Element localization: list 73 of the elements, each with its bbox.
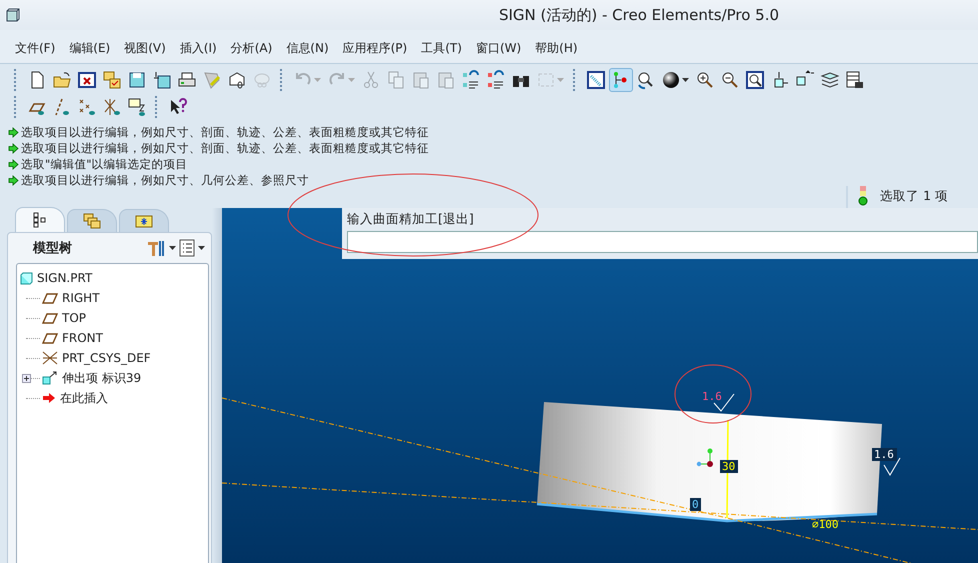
menu-item[interactable]: 信息(N) [286, 40, 329, 56]
table-camera-icon [844, 70, 864, 90]
folder-icon [52, 70, 72, 90]
layers-icon [820, 70, 840, 90]
axes-icon [42, 351, 58, 365]
menu-item[interactable]: 窗口(W) [476, 40, 522, 56]
parallelogram-icon [42, 332, 58, 344]
toolbar-button[interactable] [608, 68, 632, 92]
input-field[interactable] [347, 231, 978, 253]
arrow-icon [42, 392, 56, 404]
selection-status: 选取了 1 项 [880, 188, 948, 204]
window-x-icon [76, 70, 96, 90]
parallelogram-icon [42, 292, 58, 304]
menu-item[interactable]: 应用程序(P) [342, 40, 408, 56]
note-eye-icon [126, 96, 146, 116]
tree-item[interactable]: FRONT [42, 328, 103, 348]
paste-icon [436, 70, 456, 90]
zoom-in-icon [694, 70, 714, 90]
caret-icon[interactable] [682, 78, 689, 82]
check-mark-drawing [884, 458, 900, 476]
csys-eye-icon [102, 96, 122, 116]
tree-item[interactable]: RIGHT [42, 288, 100, 308]
menu-item[interactable]: 插入(I) [180, 40, 217, 56]
traffic-light-icon [858, 186, 868, 206]
tree-item[interactable]: SIGN.PRT [20, 268, 208, 288]
points-eye-icon [76, 96, 96, 116]
tree-item[interactable]: TOP [42, 308, 86, 328]
parallelogram-icon [42, 312, 58, 324]
cube-icon [20, 272, 33, 284]
menu-item[interactable]: 分析(A) [230, 40, 272, 56]
menu-item[interactable]: 文件(F) [15, 40, 56, 56]
list-arrows-icon [486, 70, 506, 90]
caret-icon[interactable] [198, 246, 205, 250]
menu-item[interactable]: 视图(V) [124, 40, 166, 56]
menu-item[interactable]: 帮助(H) [535, 40, 578, 56]
extrude-icon [42, 371, 58, 385]
message-text: 选取项目以进行编辑，例如尺寸、剖面、轨迹、公差、表面粗糙度或其它特征 [21, 124, 429, 140]
window-title: SIGN (活动的) - Creo Elements/Pro 5.0 [498, 6, 780, 24]
panel-tab[interactable] [15, 207, 65, 232]
arrow-icon [8, 158, 19, 170]
panel-title: 模型树 [33, 240, 72, 257]
caret-icon[interactable] [169, 246, 176, 250]
tree-item[interactable]: 在此插入 [42, 388, 108, 408]
tree-item[interactable]: 伸出项 标识39 [42, 368, 142, 388]
zoom-out-icon [720, 70, 740, 90]
arrow-icon [8, 126, 19, 138]
tree-nodes-icon [33, 212, 47, 228]
arrow-icon [8, 142, 19, 154]
dimension-label[interactable]: 0 [692, 498, 699, 511]
folders-icon [102, 70, 122, 90]
cube-icon [6, 8, 20, 22]
printer-icon [176, 70, 196, 90]
dimension-label[interactable]: ⌀100 [812, 518, 838, 531]
paste-icon [410, 70, 430, 90]
copy-icon [386, 70, 406, 90]
window-icon [586, 70, 606, 90]
prompt-text: 输入曲面精加工[退出] [347, 211, 475, 228]
list-settings-icon[interactable] [179, 239, 195, 257]
sphere-icon [660, 70, 680, 90]
magnifier-spin-icon [636, 70, 656, 90]
arrow-icon [8, 174, 19, 186]
menu-item[interactable]: 编辑(E) [69, 40, 110, 56]
message-text: 选取"编辑值"以编辑选定的项目 [21, 156, 188, 172]
expand-icon[interactable] [22, 374, 31, 382]
coordinate-axes-icon [696, 448, 713, 467]
folders-icon [83, 213, 101, 229]
zoom-window-icon [744, 70, 764, 90]
message-text: 选取项目以进行编辑，例如尺寸、剖面、轨迹、公差、表面粗糙度或其它特征 [21, 140, 429, 156]
tree-item[interactable]: PRT_CSYS_DEF [42, 348, 151, 368]
message-text: 选取项目以进行编辑，例如尺寸、几何公差、参照尺寸 [21, 172, 309, 188]
model-viewport[interactable]: 1.6 1.6 30 0 ⌀100 输入曲面精加工[退出] [222, 208, 978, 563]
menu-item[interactable]: 工具(T) [421, 40, 462, 56]
list-arrows-icon [460, 70, 480, 90]
